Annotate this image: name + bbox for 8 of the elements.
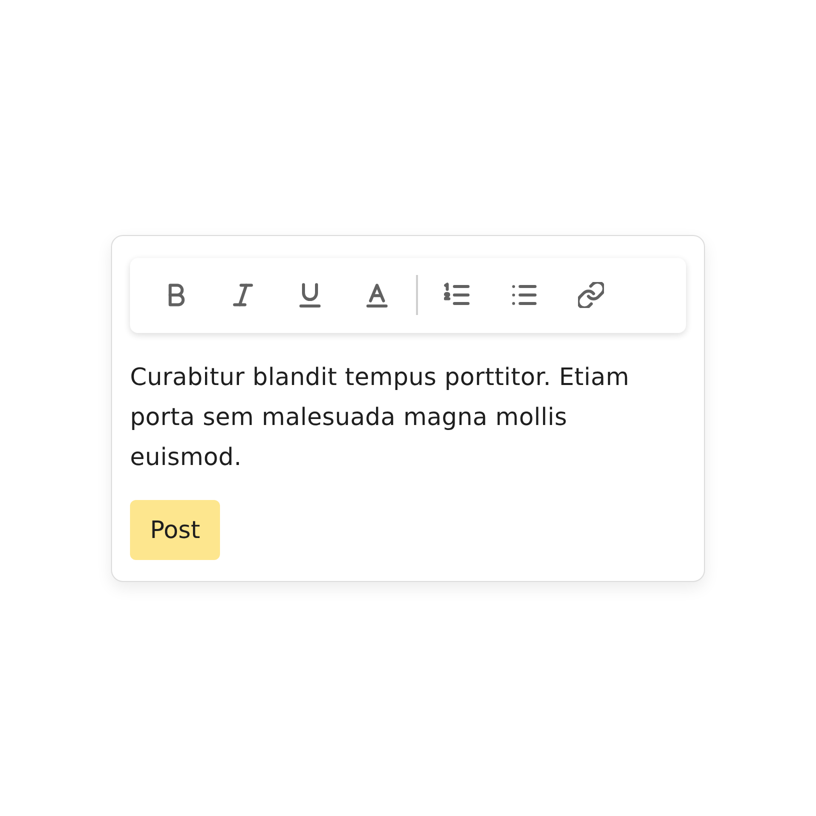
underline-icon [297, 282, 323, 308]
italic-icon [230, 282, 256, 308]
bullet-list-icon [511, 282, 537, 308]
text-color-icon [364, 282, 390, 308]
post-button[interactable]: Post [130, 500, 220, 560]
editor-field[interactable]: Curabitur blandit tempus porttitor. Etiam porta sem malesuada magna mollis euismod. [130, 356, 686, 476]
numbered-list-icon [444, 282, 470, 308]
link-icon [578, 282, 604, 308]
